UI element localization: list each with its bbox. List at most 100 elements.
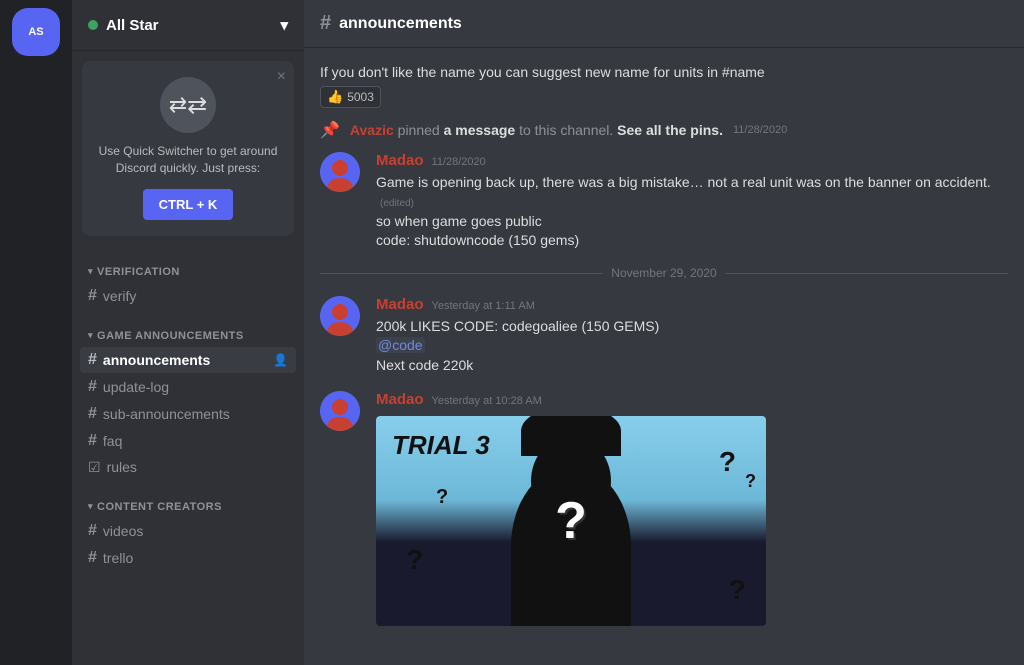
reaction-count: 5003	[347, 90, 374, 104]
messages-area[interactable]: If you don't like the name you can sugge…	[304, 48, 1024, 665]
avatar-madao	[320, 152, 360, 192]
question-mark-1: ?	[719, 446, 736, 478]
category-arrow-icon: ▾	[88, 501, 93, 512]
channel-name-videos: videos	[103, 523, 288, 539]
channel-item-announcements[interactable]: # announcements 👤	[80, 347, 296, 373]
channel-name-trello: trello	[103, 550, 288, 566]
server-icon-allstar[interactable]: AS	[12, 8, 60, 56]
channel-item-sub-announcements[interactable]: # sub-announcements	[80, 401, 296, 427]
initial-message-text: If you don't like the name you can sugge…	[320, 64, 1008, 80]
message-text-madao-1b: so when game goes public	[376, 212, 1008, 231]
question-mark-2: ?	[745, 471, 756, 492]
category-name-game-announcements: GAME ANNOUNCEMENTS	[97, 330, 244, 342]
channel-item-verify[interactable]: # verify	[80, 283, 296, 309]
quick-switcher-description: Use Quick Switcher to get around Discord…	[98, 143, 278, 177]
system-message-text: Avazic pinned a message to this channel.…	[350, 122, 723, 138]
channel-name-verify: verify	[103, 288, 288, 304]
silhouette-hair	[521, 416, 621, 456]
message-text-madao-1a: Game is opening back up, there was a big…	[376, 173, 1008, 212]
system-message-pin: 📌 Avazic pinned a message to this channe…	[320, 120, 1008, 140]
arrows-icon: ⇄	[187, 91, 207, 120]
message-meta-madao-1: Madao 11/28/2020	[376, 152, 1008, 169]
channel-item-update-log[interactable]: # update-log	[80, 374, 296, 400]
message-timestamp-madao-2: Yesterday at 1:11 AM	[432, 300, 535, 312]
category-label-content-creators[interactable]: ▾ CONTENT CREATORS	[80, 497, 296, 517]
system-message-link[interactable]: a message	[444, 122, 516, 138]
avatar-madao-3	[320, 391, 360, 431]
server-name: All Star	[106, 17, 159, 34]
server-header[interactable]: All Star ▾	[72, 0, 304, 51]
quick-switcher-popup: × ⇄ Use Quick Switcher to get around Dis…	[82, 61, 294, 236]
channel-name-announcements: announcements	[103, 352, 267, 368]
channel-name-faq: faq	[103, 433, 288, 449]
avatar-madao-2	[320, 296, 360, 336]
initial-message: If you don't like the name you can sugge…	[320, 64, 1008, 108]
category-game-announcements: ▾ GAME ANNOUNCEMENTS # announcements 👤 #…	[72, 326, 304, 481]
server-bar: AS	[0, 0, 72, 665]
trial-image: TRIAL 3 ? ? ? ? ? ?	[376, 416, 766, 626]
system-author: Avazic	[350, 122, 394, 138]
channel-item-videos[interactable]: # videos	[80, 518, 296, 544]
channel-name-rules: rules	[107, 459, 288, 475]
channel-header: # announcements	[304, 0, 1024, 48]
pin-icon: 📌	[320, 120, 340, 140]
message-timestamp-madao-3: Yesterday at 10:28 AM	[432, 395, 542, 407]
checkbox-icon: ☑	[88, 459, 101, 476]
channel-header-hash-icon: #	[320, 12, 331, 35]
question-mark-4: ?	[406, 544, 423, 576]
quick-switcher-icon: ⇄	[160, 77, 216, 133]
category-content-creators: ▾ CONTENT CREATORS # videos # trello	[72, 497, 304, 572]
hash-icon: #	[88, 351, 97, 369]
category-label-game-announcements[interactable]: ▾ GAME ANNOUNCEMENTS	[80, 326, 296, 346]
hash-icon: #	[88, 549, 97, 567]
trial-image-embed: TRIAL 3 ? ? ? ? ? ?	[376, 416, 776, 626]
message-text-madao-2b: @code	[376, 336, 1008, 355]
message-madao-1: Madao 11/28/2020 Game is opening back up…	[320, 152, 1008, 250]
center-question-mark: ?	[555, 491, 587, 551]
hash-icon: #	[88, 378, 97, 396]
system-action-text: pinned	[398, 122, 444, 138]
server-icon-label: AS	[28, 26, 43, 38]
mention-code[interactable]: @code	[376, 337, 425, 353]
edited-indicator: (edited)	[380, 198, 414, 209]
category-label-verification[interactable]: ▾ VERIFICATION	[80, 262, 296, 282]
main-content: # announcements If you don't like the na…	[304, 0, 1024, 665]
hash-icon: #	[88, 522, 97, 540]
close-icon[interactable]: ×	[277, 69, 286, 85]
message-author-madao-3: Madao	[376, 391, 424, 408]
hash-icon: #	[88, 432, 97, 450]
message-text-madao-2c: Next code 220k	[376, 356, 1008, 375]
message-author-madao-2: Madao	[376, 296, 424, 313]
reaction-thumbsup[interactable]: 👍 5003	[320, 86, 381, 108]
message-content-madao-2: Madao Yesterday at 1:11 AM 200k LIKES CO…	[376, 296, 1008, 375]
channel-badge-person-icon: 👤	[273, 353, 288, 367]
date-divider: November 29, 2020	[320, 266, 1008, 280]
thumbsup-emoji: 👍	[327, 89, 343, 105]
message-text-madao-1c: code: shutdowncode (150 gems)	[376, 231, 1008, 250]
question-mark-5: ?	[436, 486, 448, 509]
channel-header-name: announcements	[339, 15, 462, 33]
date-divider-text: November 29, 2020	[611, 266, 716, 280]
category-name-verification: VERIFICATION	[97, 266, 180, 278]
chevron-down-icon: ▾	[280, 16, 288, 34]
message-meta-madao-2: Madao Yesterday at 1:11 AM	[376, 296, 1008, 313]
channel-item-faq[interactable]: # faq	[80, 428, 296, 454]
message-madao-2: Madao Yesterday at 1:11 AM 200k LIKES CO…	[320, 296, 1008, 375]
channel-item-rules[interactable]: ☑ rules	[80, 455, 296, 480]
system-action-text2: to this channel.	[519, 122, 617, 138]
message-timestamp-madao-1: 11/28/2020	[432, 156, 486, 168]
category-arrow-icon: ▾	[88, 266, 93, 277]
message-content-madao-3: Madao Yesterday at 10:28 AM TRIAL 3	[376, 391, 1008, 626]
system-timestamp: 11/28/2020	[733, 124, 787, 136]
hash-icon: #	[88, 405, 97, 423]
server-status-dot	[88, 20, 98, 30]
message-meta-madao-3: Madao Yesterday at 10:28 AM	[376, 391, 1008, 408]
trial-3-label: TRIAL 3	[392, 430, 490, 461]
server-title-group: All Star	[88, 17, 159, 34]
message-text-madao-2a: 200k LIKES CODE: codegoaliee (150 GEMS)	[376, 317, 1008, 336]
see-all-pins-link[interactable]: See all the pins.	[617, 122, 723, 138]
category-name-content-creators: CONTENT CREATORS	[97, 501, 222, 513]
channel-name-sub-announcements: sub-announcements	[103, 406, 288, 422]
quick-switcher-shortcut[interactable]: CTRL + K	[143, 189, 234, 220]
channel-item-trello[interactable]: # trello	[80, 545, 296, 571]
